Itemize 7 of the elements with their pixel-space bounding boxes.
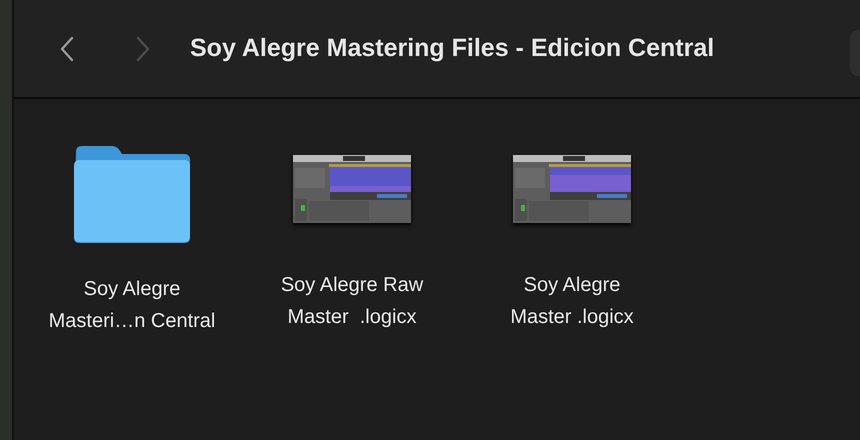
chevron-right-icon xyxy=(136,36,150,62)
folder-icon[interactable] xyxy=(72,144,192,244)
file-name[interactable]: Soy Alegre Master .logicx xyxy=(510,269,634,333)
window-title: Soy Alegre Mastering Files - Edicion Central xyxy=(190,34,714,63)
chevron-left-icon xyxy=(60,36,74,62)
file-name[interactable]: Soy Alegre Masteri…n Central xyxy=(48,273,216,337)
file-name[interactable]: Soy Alegre Raw Master .logicx xyxy=(280,269,424,333)
